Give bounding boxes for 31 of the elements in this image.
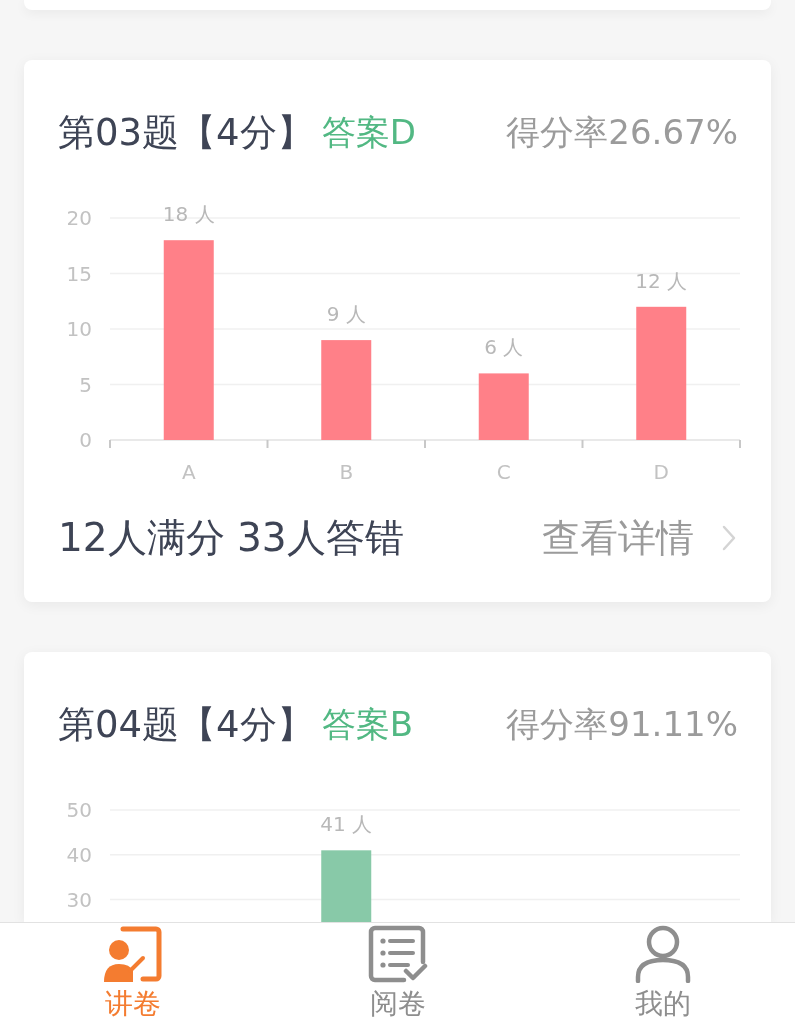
bar-value-label: 18 人 bbox=[162, 202, 215, 227]
tab[interactable]: 阅卷 bbox=[265, 923, 530, 1024]
teacher-board-icon bbox=[102, 925, 163, 983]
tab[interactable]: 讲卷 bbox=[0, 923, 265, 1024]
x-axis-label: C bbox=[496, 460, 511, 484]
y-axis-label: 20 bbox=[66, 206, 92, 230]
x-axis-label: D bbox=[653, 460, 669, 484]
y-axis-label: 50 bbox=[66, 798, 92, 822]
score-rate: 得分率91.11% bbox=[506, 703, 738, 746]
bar-value-label: 41 人 bbox=[320, 812, 373, 837]
y-axis-label: 10 bbox=[66, 317, 92, 341]
chevron-right-icon bbox=[722, 525, 736, 551]
y-axis-label: 30 bbox=[66, 887, 92, 912]
answer-summary: 12人满分 33人答错 bbox=[58, 514, 404, 562]
answer-label: 答案B bbox=[321, 703, 413, 746]
score-rate: 得分率26.67% bbox=[506, 111, 738, 154]
checklist-document-icon bbox=[367, 925, 428, 983]
answer-label: 答案D bbox=[321, 111, 416, 154]
y-axis-label: 5 bbox=[79, 372, 92, 397]
question-title: 第04题【4分】 bbox=[58, 702, 314, 748]
bar-value-label: 12 人 bbox=[635, 268, 688, 293]
y-axis-label: 0 bbox=[79, 428, 92, 452]
x-axis-label: A bbox=[181, 460, 196, 484]
bar-value-label: 6 人 bbox=[484, 335, 524, 360]
y-axis-label: 40 bbox=[66, 842, 92, 867]
view-details-link[interactable]: 查看详情 bbox=[542, 512, 736, 564]
y-axis-label: 15 bbox=[66, 261, 92, 286]
x-axis-label: B bbox=[339, 460, 354, 484]
question-title: 第03题【4分】 bbox=[58, 110, 314, 156]
bar-value-label: 9 人 bbox=[326, 302, 366, 327]
tab[interactable]: 我的 bbox=[530, 923, 795, 1024]
